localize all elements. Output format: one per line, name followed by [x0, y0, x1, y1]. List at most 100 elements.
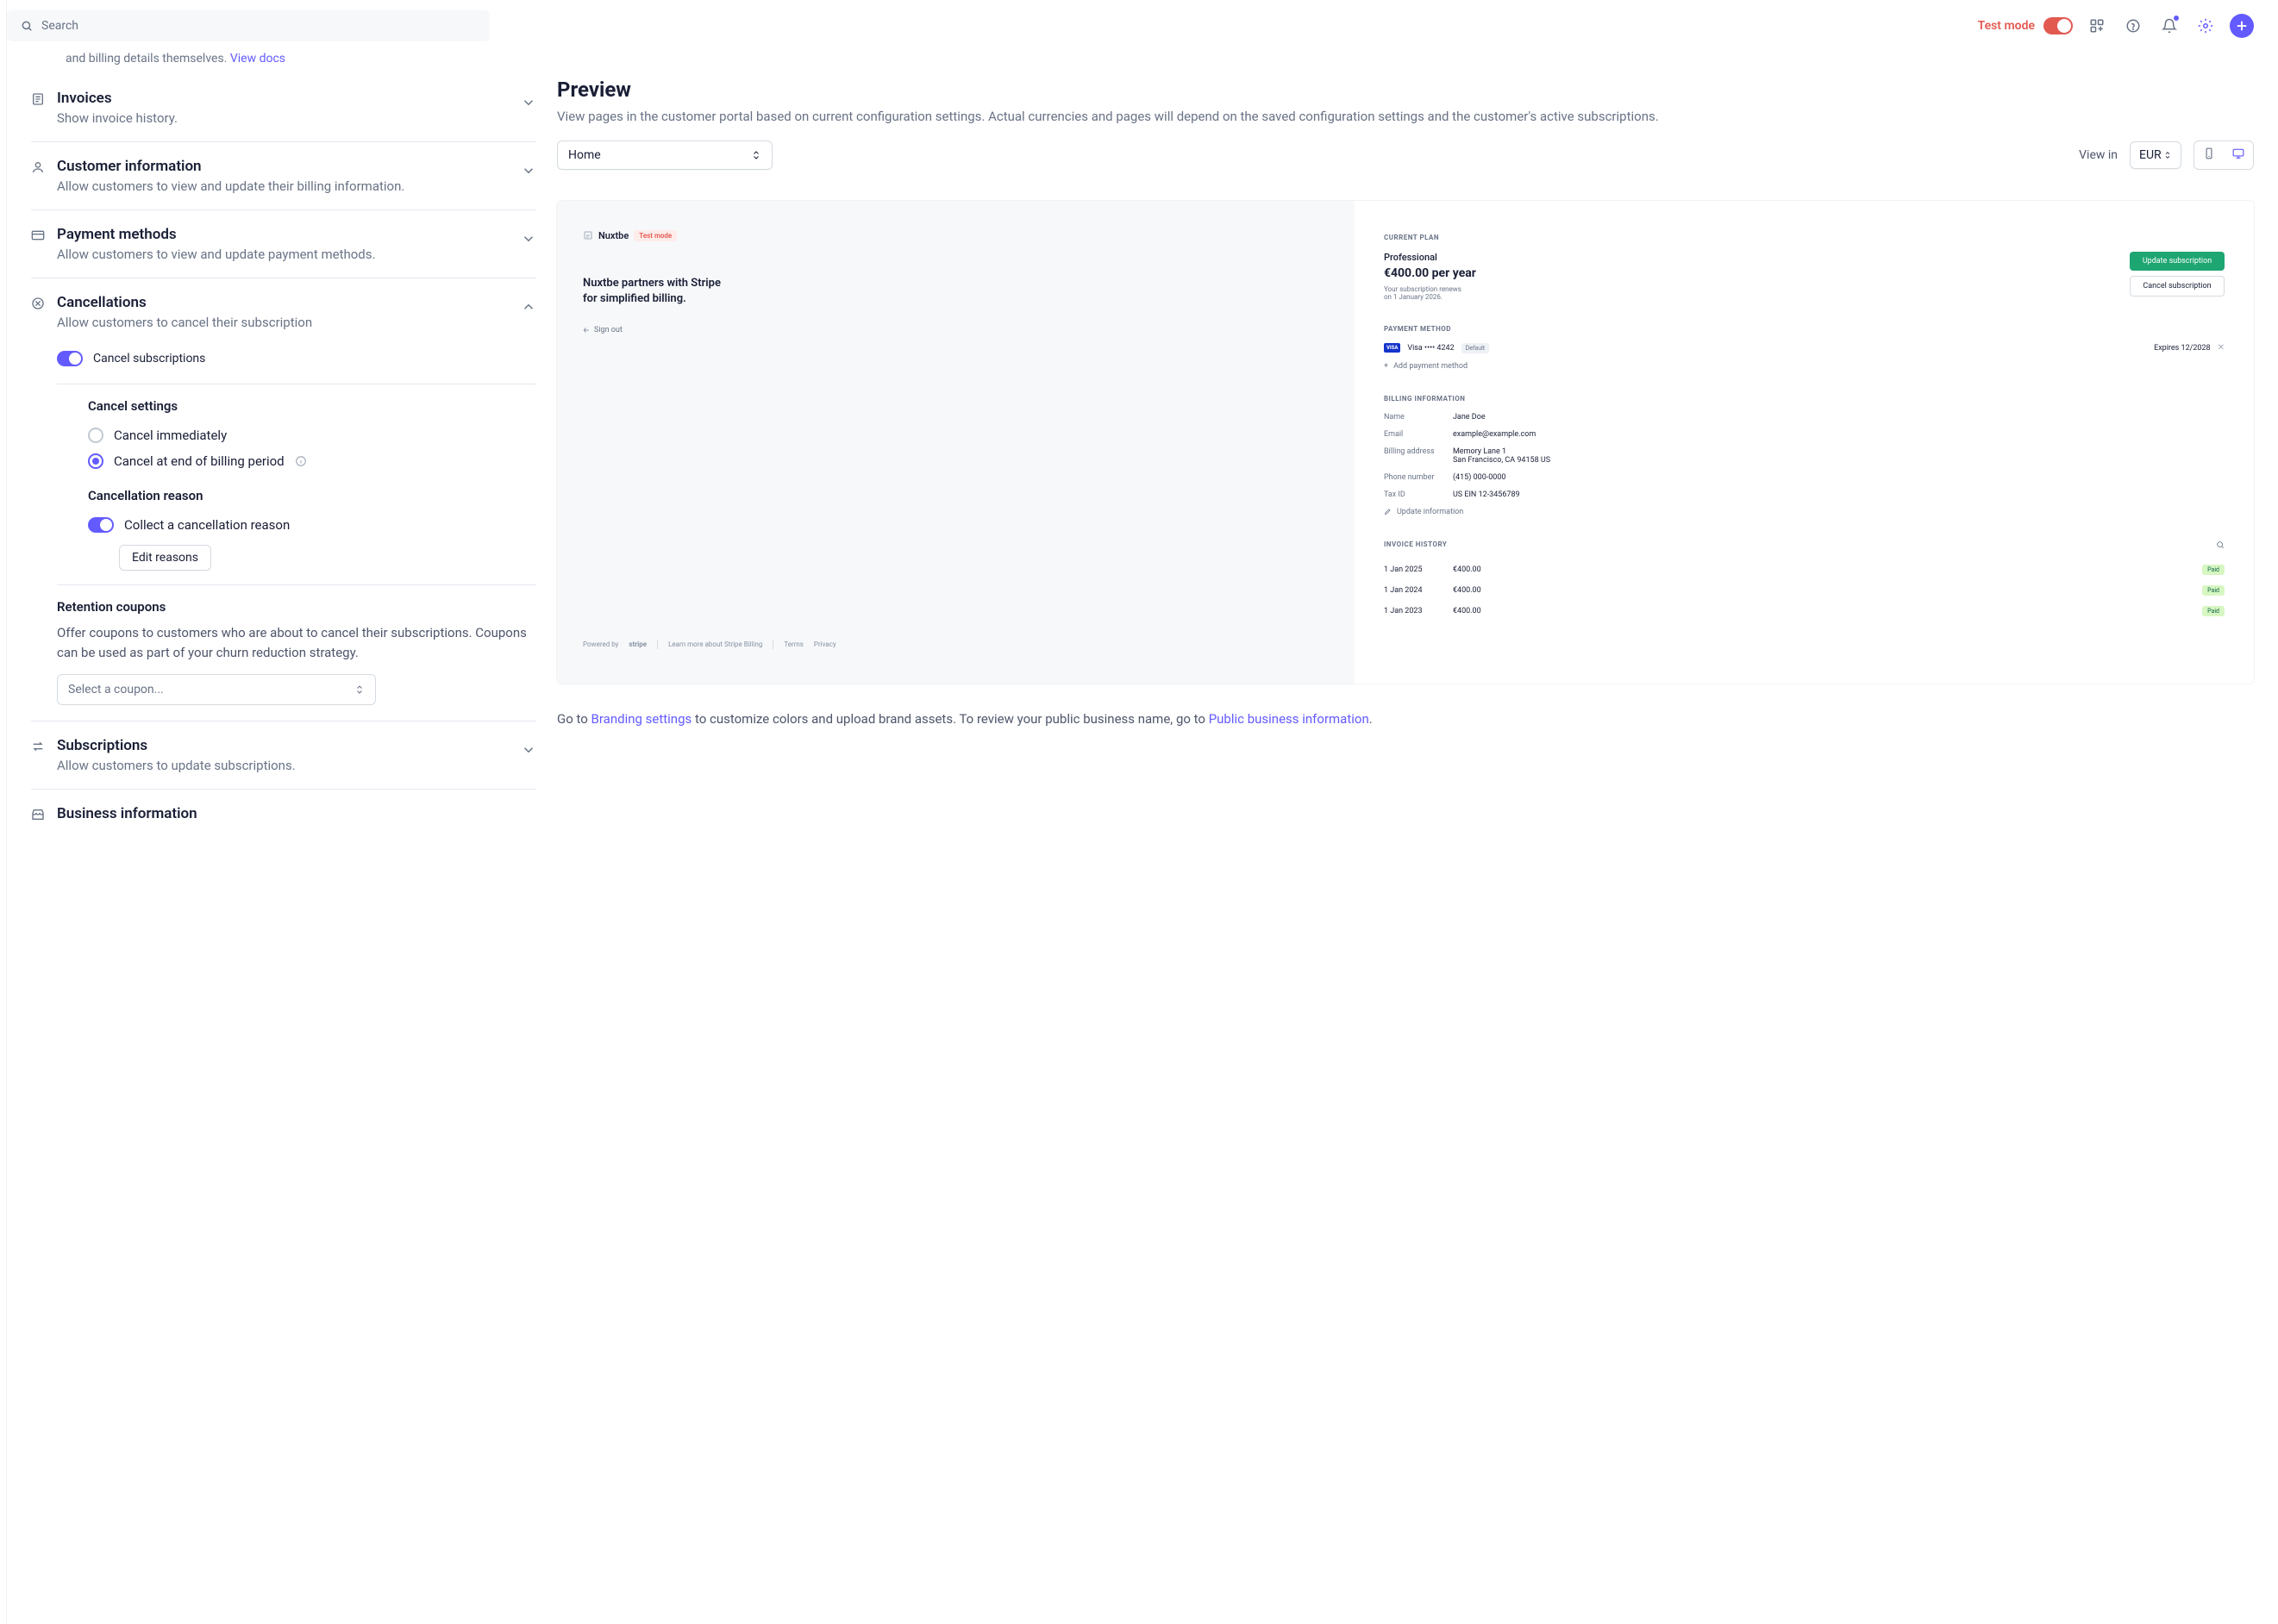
store-icon	[31, 808, 45, 821]
retention-title: Retention coupons	[57, 599, 536, 615]
invoice-history-label: INVOICE HISTORY	[1384, 540, 1447, 548]
preview-title: Preview	[557, 78, 2254, 102]
gear-icon	[2198, 18, 2213, 34]
device-desktop-button[interactable]	[2224, 141, 2253, 169]
visa-badge: VISA	[1384, 343, 1400, 353]
test-mode-label: Test mode	[1978, 19, 2035, 33]
help-button[interactable]	[2121, 14, 2145, 38]
brand-icon	[583, 230, 593, 240]
edit-reasons-button[interactable]: Edit reasons	[119, 545, 211, 571]
invoice-row[interactable]: 1 Jan 2025 €400.00 Paid	[1384, 559, 2225, 580]
billing-tax-id: US EIN 12-3456789	[1453, 490, 2225, 499]
sign-out-link[interactable]: Sign out	[583, 326, 1329, 334]
create-button[interactable]	[2230, 14, 2254, 38]
info-icon	[295, 455, 307, 467]
card-icon	[31, 228, 45, 242]
add-payment-method-link[interactable]: + Add payment method	[1384, 362, 2225, 371]
radio-cancel-end-period[interactable]: Cancel at end of billing period	[88, 448, 536, 474]
privacy-link[interactable]: Privacy	[814, 640, 836, 648]
section-business-info[interactable]: Business information	[31, 805, 536, 822]
paid-badge: Paid	[2202, 565, 2225, 575]
update-information-link[interactable]: Update information	[1384, 508, 2225, 516]
plus-icon: +	[1384, 362, 1388, 371]
radio-icon	[88, 453, 103, 469]
swap-icon	[31, 740, 45, 753]
plus-icon	[2234, 18, 2250, 34]
view-docs-link[interactable]: View docs	[230, 52, 285, 66]
settings-button[interactable]	[2194, 14, 2218, 38]
cancel-subscriptions-toggle[interactable]	[57, 351, 83, 366]
public-business-info-link[interactable]: Public business information	[1209, 711, 1369, 727]
stripe-logo: stripe	[629, 640, 647, 648]
card-expiry: Expires 12/2028	[2154, 344, 2211, 353]
preview-desc: View pages in the customer portal based …	[557, 107, 2254, 127]
notifications-button[interactable]	[2157, 14, 2181, 38]
section-cancellations[interactable]: Cancellations Allow customers to cancel …	[31, 294, 536, 330]
search-placeholder: Search	[41, 19, 78, 33]
chevron-down-icon	[521, 163, 536, 178]
plan-name: Professional	[1384, 252, 2119, 263]
search-input[interactable]: Search	[7, 10, 490, 41]
section-subscriptions[interactable]: Subscriptions Allow customers to update …	[31, 737, 536, 773]
device-mobile-button[interactable]	[2194, 141, 2224, 169]
section-invoices[interactable]: Invoices Show invoice history.	[31, 90, 536, 126]
current-plan-label: CURRENT PLAN	[1384, 234, 2225, 241]
preview-page-select[interactable]: Home	[557, 141, 773, 170]
radio-cancel-immediately[interactable]: Cancel immediately	[88, 422, 536, 448]
billing-email: example@example.com	[1453, 430, 2225, 439]
pencil-icon	[1384, 508, 1392, 515]
apps-icon	[2089, 18, 2105, 34]
chevron-down-icon	[521, 231, 536, 247]
cancel-subscription-button[interactable]: Cancel subscription	[2130, 276, 2225, 297]
plan-renewal: Your subscription renews on 1 January 20…	[1384, 285, 1470, 301]
cancel-icon	[31, 297, 45, 310]
currency-select[interactable]: EUR	[2130, 141, 2181, 169]
back-icon	[583, 327, 590, 334]
remove-card-icon[interactable]: ✕	[2218, 343, 2225, 353]
billing-info-label: BILLING INFORMATION	[1384, 395, 2225, 403]
intro-text-partial: and billing details themselves. View doc…	[31, 52, 536, 74]
branding-footer-note: Go to Branding settings to customize col…	[557, 709, 2254, 729]
billing-name: Jane Doe	[1453, 413, 2225, 422]
test-mode-toggle[interactable]	[2043, 17, 2073, 34]
retention-coupon-select[interactable]: Select a coupon...	[57, 674, 376, 705]
invoice-row[interactable]: 1 Jan 2024 €400.00 Paid	[1384, 580, 2225, 601]
learn-more-link[interactable]: Learn more about Stripe Billing	[668, 640, 762, 648]
mobile-icon	[2203, 147, 2215, 159]
select-icon	[751, 150, 761, 160]
apps-button[interactable]	[2085, 14, 2109, 38]
search-icon[interactable]	[2216, 540, 2225, 549]
payment-method-row: VISA Visa •••• 4242 Default Expires 12/2…	[1384, 343, 2225, 353]
portal-preview: Nuxtbe Test mode Nuxtbe partners with St…	[557, 201, 2254, 684]
terms-link[interactable]: Terms	[784, 640, 803, 648]
collect-reason-toggle[interactable]	[88, 517, 114, 533]
paid-badge: Paid	[2202, 606, 2225, 616]
billing-phone: (415) 000-0000	[1453, 473, 2225, 482]
chevron-down-icon	[521, 95, 536, 110]
view-in-label: View in	[2079, 148, 2118, 162]
portal-tagline: Nuxtbe partners with Stripe for simplifi…	[583, 276, 721, 307]
user-icon	[31, 160, 45, 174]
invoice-row[interactable]: 1 Jan 2023 €400.00 Paid	[1384, 601, 2225, 621]
chevron-up-icon	[521, 299, 536, 315]
cancellation-reason-title: Cancellation reason	[88, 488, 536, 503]
plan-price: €400.00 per year	[1384, 266, 2119, 280]
radio-icon	[88, 428, 103, 443]
test-mode-badge: Test mode	[634, 230, 677, 241]
help-icon	[2125, 18, 2141, 34]
brand-name: Nuxtbe	[598, 230, 629, 241]
select-icon	[354, 684, 365, 695]
invoice-icon	[31, 92, 45, 106]
search-icon	[21, 20, 33, 32]
paid-badge: Paid	[2202, 585, 2225, 596]
update-subscription-button[interactable]: Update subscription	[2130, 252, 2225, 271]
retention-desc: Offer coupons to customers who are about…	[57, 623, 536, 662]
section-payment-methods[interactable]: Payment methods Allow customers to view …	[31, 226, 536, 262]
notification-dot	[2174, 16, 2179, 21]
cancel-subscriptions-label: Cancel subscriptions	[93, 352, 205, 365]
branding-settings-link[interactable]: Branding settings	[591, 711, 692, 727]
select-icon	[2163, 151, 2172, 159]
cancel-settings-title: Cancel settings	[88, 398, 536, 414]
section-customer-info[interactable]: Customer information Allow customers to …	[31, 158, 536, 194]
collect-reason-label: Collect a cancellation reason	[124, 517, 290, 533]
